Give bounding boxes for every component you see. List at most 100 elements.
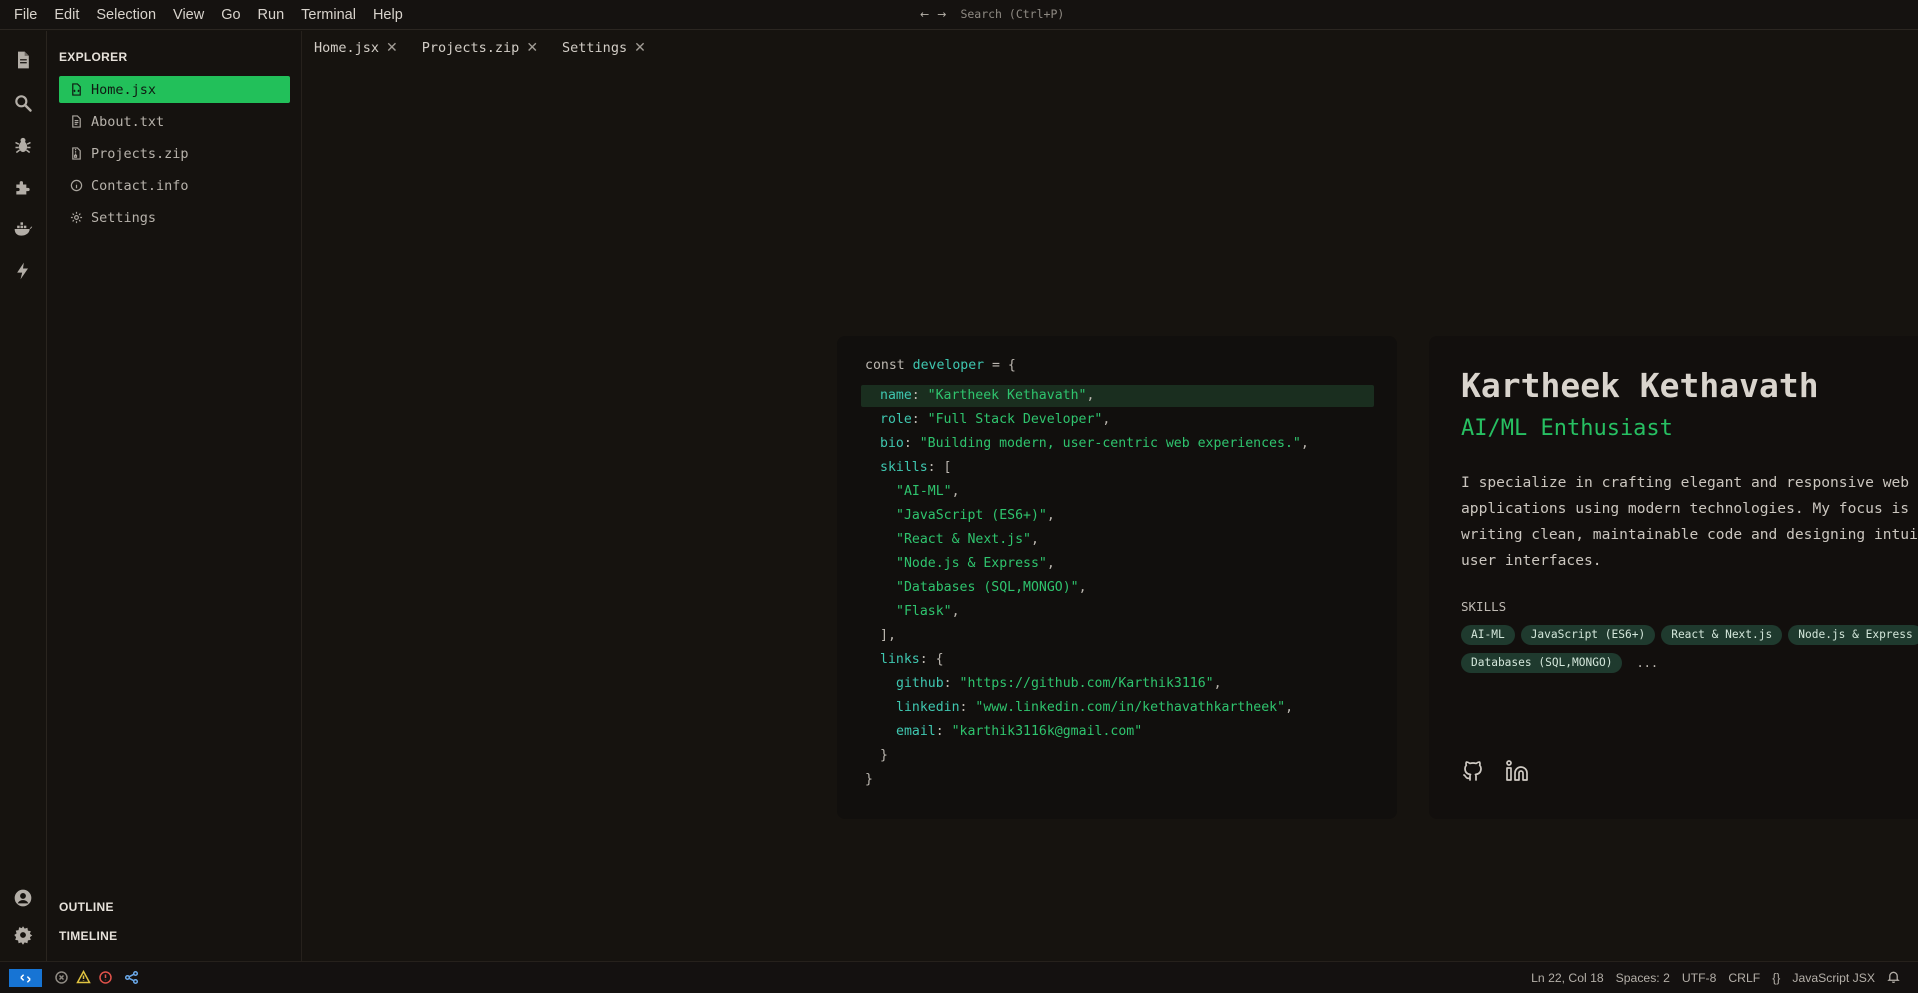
bell-icon[interactable] (1887, 970, 1900, 986)
code-line-links: links: { (880, 652, 944, 667)
code-line-skills: skills: [ (880, 460, 952, 475)
sidebar-item-settings[interactable]: Settings (59, 204, 290, 231)
close-icon[interactable]: ✕ (526, 40, 538, 56)
skill-chip: Databases (SQL,MONGO) (1461, 653, 1623, 673)
code-line-skill: "Node.js & Express", (896, 556, 1055, 571)
code-line-bio: bio: "Building modern, user-centric web … (880, 436, 1309, 451)
tab-label: Home.jsx (314, 39, 380, 56)
explorer-title: EXPLORER (59, 50, 128, 64)
menu-bar: File Edit Selection View Go Run Terminal… (0, 0, 1918, 30)
braces-icon[interactable]: {} (1772, 971, 1780, 985)
profile-card: Kartheek Kethavath AI/ML Enthusiast I sp… (1429, 336, 1918, 819)
skills-chips: AI-ML JavaScript (ES6+) React & Next.js … (1461, 625, 1918, 673)
close-icon[interactable]: ✕ (634, 40, 646, 56)
menu-selection[interactable]: Selection (96, 7, 156, 23)
code-line-skill: "AI-ML", (896, 484, 960, 499)
tab-projects-zip[interactable]: Projects.zip ✕ (410, 31, 550, 64)
menu-file[interactable]: File (14, 7, 37, 23)
text-file-icon (69, 115, 83, 129)
code-line-name: name: "Kartheek Kethavath", (880, 388, 1095, 403)
jsx-file-icon (69, 83, 83, 97)
search-icon[interactable] (12, 92, 34, 114)
code-line-object-close: } (865, 772, 873, 787)
tab-label: Projects.zip (421, 39, 520, 56)
back-arrow-icon[interactable]: ← (920, 8, 929, 21)
problems-icon[interactable] (54, 970, 69, 985)
encoding[interactable]: UTF-8 (1682, 971, 1717, 985)
warning-icon[interactable] (76, 969, 91, 985)
menu-view[interactable]: View (173, 7, 204, 23)
code-line-role: role: "Full Stack Developer", (880, 412, 1111, 427)
command-center: ← → Search (Ctrl+P) (920, 7, 1064, 21)
remote-icon (20, 973, 31, 983)
files-icon[interactable] (12, 49, 34, 71)
code-line-email: email: "karthik3116k@gmail.com" (896, 724, 1143, 739)
more-skills-button[interactable]: ... (1628, 653, 1666, 673)
tab-label: Settings (562, 39, 628, 56)
skill-chip: Node.js & Express (1788, 625, 1918, 645)
zip-file-icon (69, 147, 83, 161)
sidebar-item-projects-zip[interactable]: Projects.zip (59, 140, 290, 167)
timeline-section[interactable]: TIMELINE (59, 929, 117, 943)
code-line-skill: "React & Next.js", (896, 532, 1039, 547)
skills-title: SKILLS (1461, 599, 1507, 614)
profile-name: Kartheek Kethavath (1461, 366, 1819, 405)
sidebar-item-about-txt[interactable]: About.txt (59, 108, 290, 135)
sidebar-item-home-jsx[interactable]: Home.jsx (59, 76, 290, 103)
indentation[interactable]: Spaces: 2 (1616, 971, 1670, 985)
debug-icon[interactable] (12, 134, 34, 156)
linkedin-icon[interactable] (1505, 759, 1529, 787)
editor-area: const developer = { name: "Kartheek Keth… (302, 64, 1918, 961)
menu-help[interactable]: Help (373, 7, 403, 23)
github-icon[interactable] (1461, 759, 1485, 787)
lightning-icon[interactable] (12, 260, 34, 282)
sidebar-item-contact-info[interactable]: Contact.info (59, 172, 290, 199)
tab-settings[interactable]: Settings ✕ (550, 31, 658, 64)
code-card: const developer = { name: "Kartheek Keth… (837, 336, 1397, 819)
sidebar-item-label: Contact.info (91, 177, 189, 194)
code-line-linkedin: linkedin: "www.linkedin.com/in/kethavath… (896, 700, 1294, 715)
code-line-github: github: "https://github.com/Karthik3116"… (896, 676, 1222, 691)
docker-icon[interactable] (12, 218, 34, 240)
cursor-position[interactable]: Ln 22, Col 18 (1531, 971, 1604, 985)
code-line-skills-close: ], (880, 628, 896, 643)
explorer-sidebar: EXPLORER Home.jsx About.txt Projects.zip… (47, 31, 302, 961)
code-line-skill: "Flask", (896, 604, 960, 619)
skill-chip: React & Next.js (1661, 625, 1783, 645)
account-icon[interactable] (12, 887, 34, 909)
settings-gear-icon[interactable] (12, 924, 34, 946)
line-ending[interactable]: CRLF (1728, 971, 1760, 985)
language-mode[interactable]: JavaScript JSX (1792, 971, 1875, 985)
extensions-icon[interactable] (12, 176, 34, 198)
profile-bio: I specialize in crafting elegant and res… (1461, 474, 1918, 569)
sidebar-item-label: Projects.zip (91, 145, 189, 162)
tab-home-jsx[interactable]: Home.jsx ✕ (302, 31, 410, 64)
code-line-skill: "Databases (SQL,MONGO)", (896, 580, 1087, 595)
social-links (1461, 759, 1529, 787)
sidebar-item-label: Home.jsx (91, 81, 157, 98)
share-icon[interactable] (124, 970, 139, 985)
status-right: Ln 22, Col 18 Spaces: 2 UTF-8 CRLF {} Ja… (1519, 970, 1900, 986)
code-line-links-close: } (880, 748, 888, 763)
info-icon (69, 179, 83, 193)
editor-tabs: Home.jsx ✕ Projects.zip ✕ Settings ✕ (302, 31, 658, 64)
menu-list: File Edit Selection View Go Run Terminal… (0, 7, 420, 23)
outline-section[interactable]: OUTLINE (59, 900, 114, 914)
remote-indicator[interactable] (9, 969, 42, 987)
forward-arrow-icon[interactable]: → (937, 8, 946, 21)
menu-terminal[interactable]: Terminal (301, 7, 356, 23)
code-line: const developer = { (865, 358, 1016, 373)
activity-bar (0, 31, 47, 961)
status-bar: Ln 22, Col 18 Spaces: 2 UTF-8 CRLF {} Ja… (0, 961, 1918, 993)
skill-chip: AI-ML (1461, 625, 1515, 645)
menu-go[interactable]: Go (221, 7, 240, 23)
search-input[interactable]: Search (Ctrl+P) (960, 7, 1064, 21)
gear-icon (69, 211, 83, 225)
skill-chip: JavaScript (ES6+) (1520, 625, 1656, 645)
close-icon[interactable]: ✕ (386, 40, 398, 56)
profile-role: AI/ML Enthusiast (1461, 416, 1673, 441)
menu-edit[interactable]: Edit (54, 7, 79, 23)
sidebar-item-label: Settings (91, 209, 157, 226)
menu-run[interactable]: Run (258, 7, 285, 23)
error-icon[interactable] (98, 970, 113, 985)
